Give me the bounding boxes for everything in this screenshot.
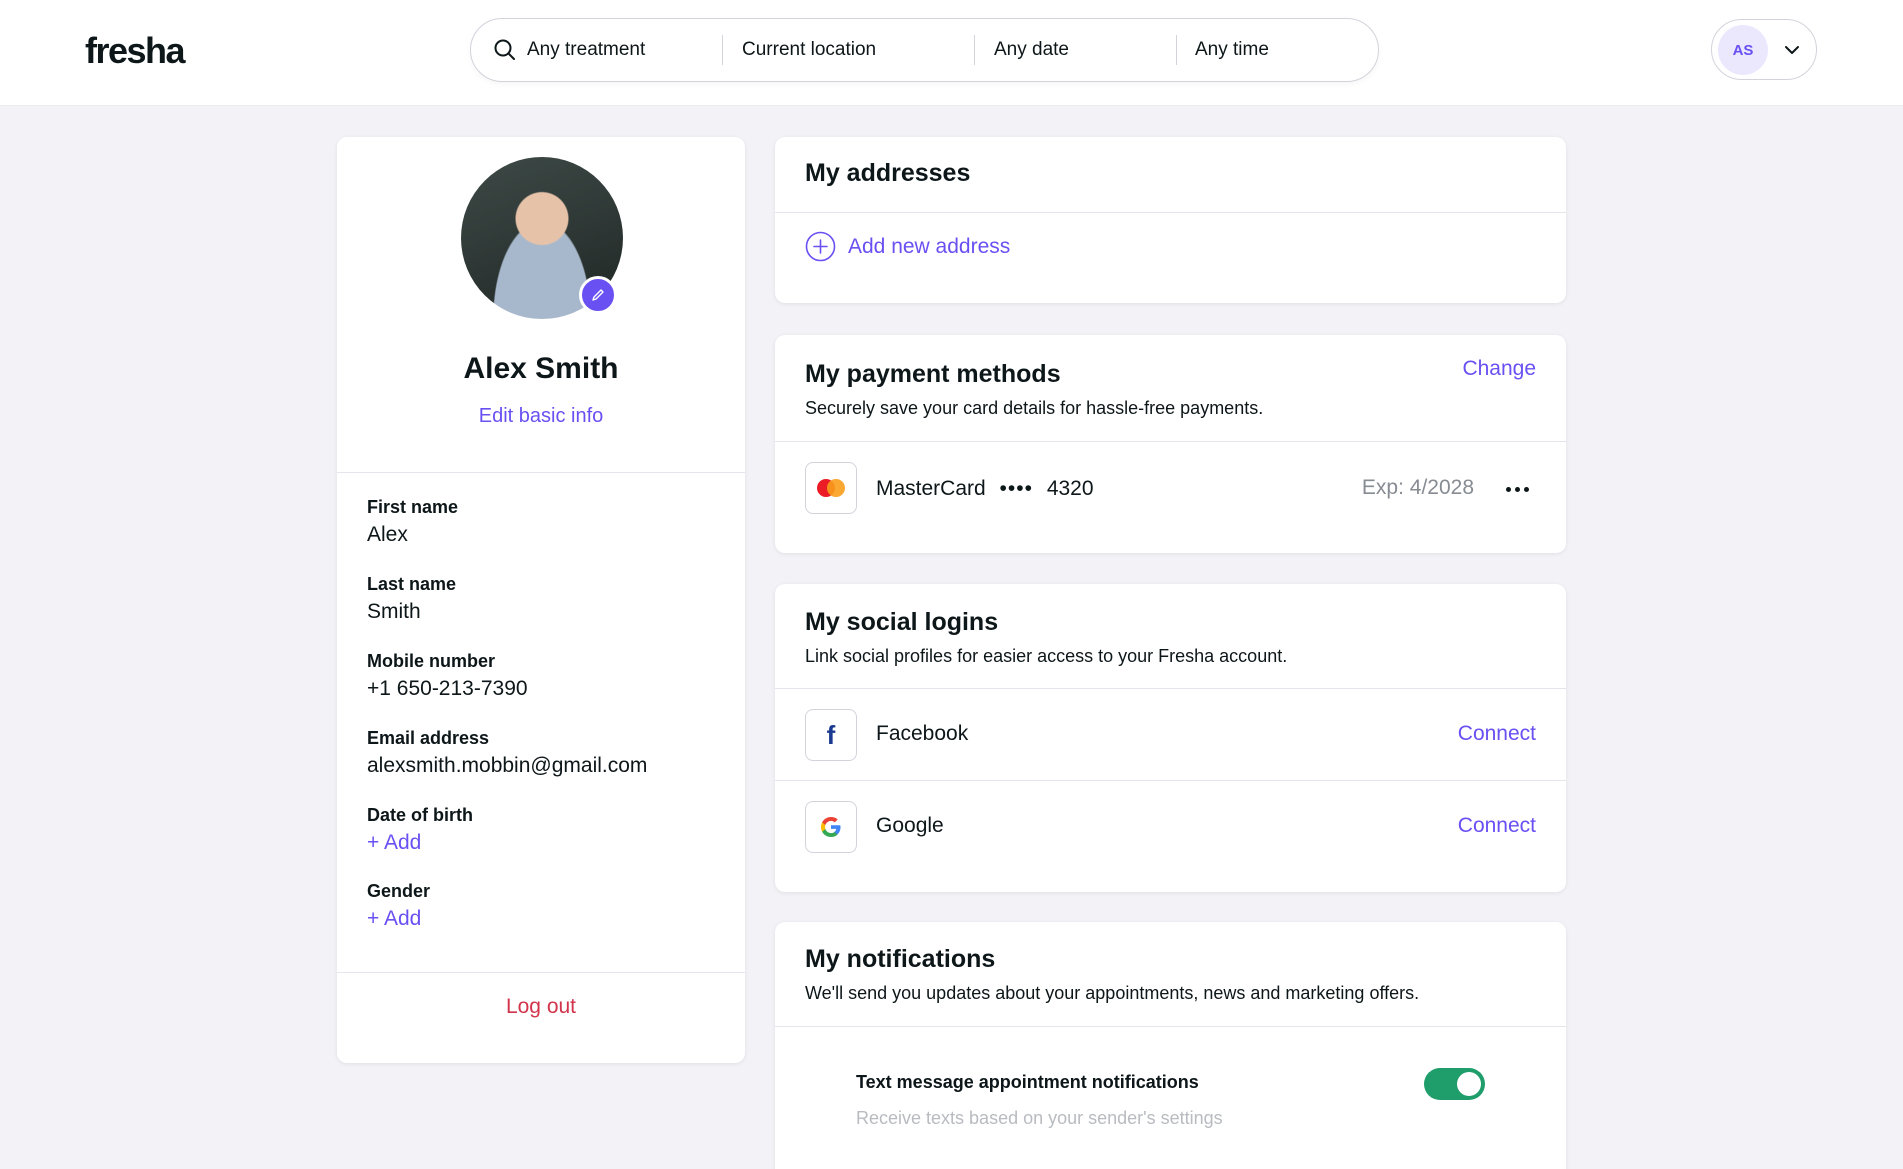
pencil-icon <box>592 289 604 301</box>
email-value: alexsmith.mobbin@gmail.com <box>367 754 648 777</box>
chevron-down-icon <box>1785 46 1799 54</box>
card-mask: •••• <box>999 477 1033 500</box>
more-options-icon[interactable] <box>1506 487 1529 492</box>
edit-basic-info-link[interactable]: Edit basic info <box>337 405 745 428</box>
fresha-logo[interactable]: fresha <box>85 30 186 72</box>
mastercard-icon-box <box>805 462 857 514</box>
facebook-icon: f <box>826 719 836 750</box>
sms-notification-toggle[interactable] <box>1424 1068 1485 1100</box>
avatar: AS <box>1718 25 1768 75</box>
add-new-address-label: Add new address <box>848 234 1011 258</box>
first-name-value: Alex <box>367 523 408 546</box>
sms-notification-description: Receive texts based on your sender's set… <box>856 1108 1223 1128</box>
mobile-number-value: +1 650-213-7390 <box>367 677 528 700</box>
search-treatment[interactable]: Any treatment <box>527 19 645 81</box>
log-out-button[interactable]: Log out <box>337 995 745 1019</box>
gender-label: Gender <box>367 881 431 901</box>
add-gender-link[interactable]: + Add <box>367 907 421 931</box>
change-payment-link[interactable]: Change <box>1462 357 1536 381</box>
social-logins-subtitle: Link social profiles for easier access t… <box>805 646 1288 666</box>
search-divider <box>722 35 723 65</box>
divider <box>337 972 745 973</box>
divider <box>775 212 1566 213</box>
payment-methods-subtitle: Securely save your card details for hass… <box>805 398 1264 418</box>
addresses-card: My addresses Add new address <box>775 137 1566 303</box>
search-bar[interactable]: Any treatment Current location Any date … <box>470 18 1379 82</box>
search-divider <box>1176 35 1177 65</box>
google-icon-box <box>805 801 857 853</box>
divider <box>337 472 745 473</box>
card-expiry: Exp: 4/2028 <box>1361 476 1474 499</box>
notifications-card: My notifications We'll send you updates … <box>775 922 1566 1169</box>
add-date-of-birth-link[interactable]: + Add <box>367 831 421 855</box>
divider <box>775 688 1566 689</box>
sms-notification-label: Text message appointment notifications <box>856 1072 1199 1092</box>
payment-methods-title: My payment methods <box>805 360 1061 388</box>
search-time[interactable]: Any time <box>1195 19 1269 81</box>
facebook-icon-box: f <box>805 709 857 761</box>
top-header: fresha Any treatment Current location An… <box>0 0 1903 106</box>
email-label: Email address <box>367 728 490 748</box>
mastercard-icon <box>817 479 845 497</box>
last-name-label: Last name <box>367 574 457 594</box>
mobile-number-label: Mobile number <box>367 651 496 671</box>
notifications-title: My notifications <box>805 945 996 973</box>
connect-google-link[interactable]: Connect <box>1458 814 1536 838</box>
profile-card: Alex Smith Edit basic info First name Al… <box>337 137 745 1063</box>
search-date[interactable]: Any date <box>994 19 1069 81</box>
social-logins-card: My social logins Link social profiles fo… <box>775 584 1566 892</box>
google-icon <box>821 817 841 837</box>
card-brand: MasterCard •••• 4320 <box>876 477 1094 501</box>
profile-name: Alex Smith <box>463 352 619 385</box>
social-logins-title: My social logins <box>805 608 999 636</box>
plus-circle-icon <box>805 231 836 262</box>
divider <box>775 780 1566 781</box>
facebook-label: Facebook <box>876 722 969 745</box>
first-name-label: First name <box>367 497 459 517</box>
search-icon <box>494 39 515 60</box>
addresses-title: My addresses <box>805 159 971 187</box>
google-label: Google <box>876 814 944 837</box>
divider <box>775 441 1566 442</box>
payment-methods-card: My payment methods Change Securely save … <box>775 335 1566 553</box>
date-of-birth-label: Date of birth <box>367 805 473 825</box>
notifications-subtitle: We'll send you updates about your appoin… <box>805 983 1420 1003</box>
divider <box>775 1026 1566 1027</box>
edit-photo-button[interactable] <box>579 276 617 314</box>
card-last4: 4320 <box>1046 477 1094 500</box>
search-location[interactable]: Current location <box>742 19 876 81</box>
last-name-value: Smith <box>367 600 421 623</box>
connect-facebook-link[interactable]: Connect <box>1458 722 1536 746</box>
toggle-knob <box>1457 1072 1481 1096</box>
user-menu-button[interactable]: AS <box>1711 19 1817 80</box>
card-brand-name: MasterCard <box>876 477 986 500</box>
search-divider <box>974 35 975 65</box>
add-new-address-button[interactable]: Add new address <box>805 231 1010 262</box>
